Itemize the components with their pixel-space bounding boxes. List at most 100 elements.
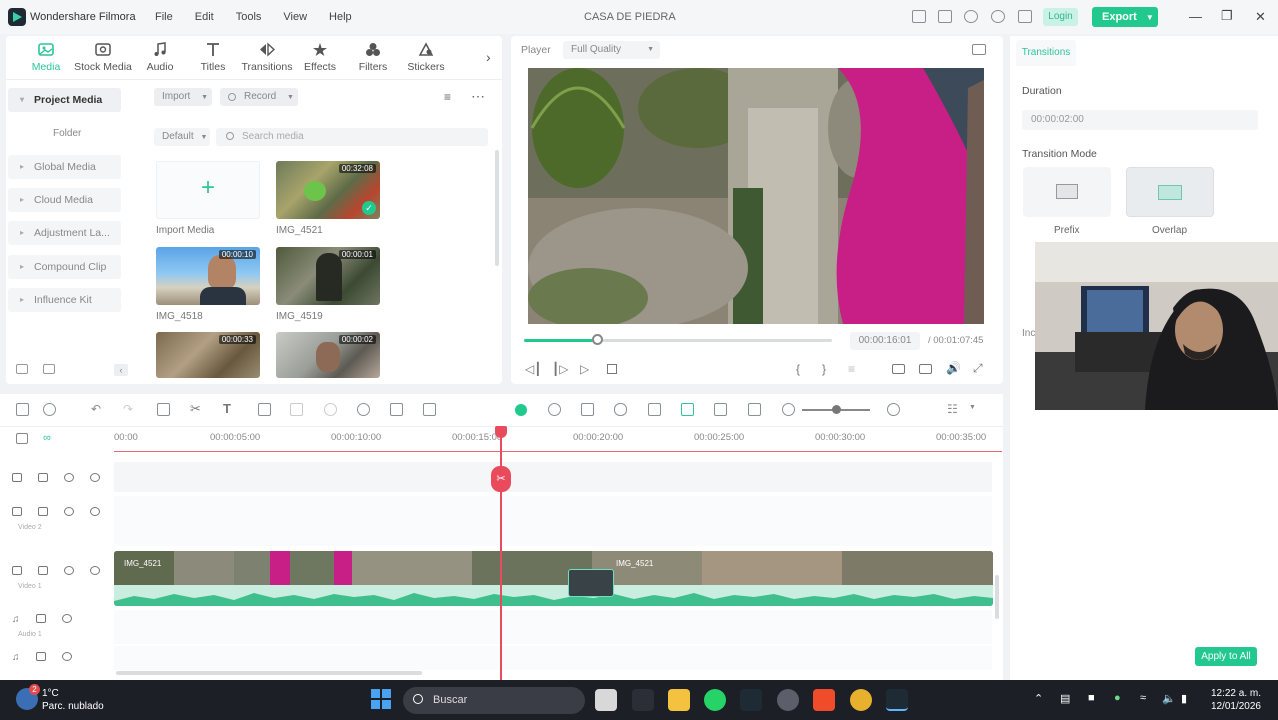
seek-handle[interactable] [591, 334, 603, 345]
layout-icon[interactable] [16, 403, 29, 416]
filmora-active-icon[interactable] [886, 689, 908, 711]
timeline-v-scrollbar[interactable] [995, 575, 999, 619]
microphone-icon[interactable]: ● [1114, 692, 1121, 704]
mode-prefix-option[interactable] [1023, 167, 1111, 217]
eye-icon[interactable] [90, 507, 100, 517]
app-icon[interactable] [777, 689, 799, 711]
tab-stickers[interactable]: Stickers [397, 42, 455, 73]
mark-in-icon[interactable]: { [796, 362, 800, 376]
volume-icon[interactable]: 🔊 [946, 361, 961, 375]
close-icon[interactable]: ✕ [1255, 9, 1266, 25]
collapse-sidebar-icon[interactable]: ‹ [114, 364, 128, 376]
stop-icon[interactable] [607, 364, 617, 374]
sidebar-item-influence-kit[interactable]: ▸ Influence Kit [8, 288, 121, 312]
insert-icon[interactable]: ≡ [848, 362, 855, 376]
redo-icon[interactable]: ↷ [123, 402, 133, 416]
delete-icon[interactable] [157, 403, 170, 416]
fullscreen-icon[interactable]: ⤢ [973, 361, 983, 376]
grid-view-icon[interactable]: ☷ [947, 402, 958, 416]
marker-icon[interactable] [581, 403, 594, 416]
restore-icon[interactable]: ❐ [1221, 8, 1233, 24]
whatsapp-icon[interactable] [704, 689, 726, 711]
mute-icon[interactable] [62, 614, 72, 624]
scissors-icon[interactable]: ✂ [491, 466, 511, 492]
minimize-icon[interactable]: — [1189, 9, 1202, 24]
new-folder-icon[interactable] [16, 364, 28, 374]
select-tool-icon[interactable] [43, 403, 56, 416]
media-thumb-img4518[interactable]: 00:00:10 [156, 247, 260, 305]
tab-titles[interactable]: Titles [184, 42, 242, 73]
mute-icon[interactable] [64, 566, 74, 576]
track-lane-audio-2[interactable] [114, 646, 992, 670]
taskbar-search[interactable]: Buscar [403, 687, 585, 714]
chevron-down-icon[interactable]: ▼ [969, 404, 976, 411]
zoom-out-icon[interactable] [782, 403, 795, 416]
current-time[interactable]: 00:00:16:01 [850, 332, 920, 350]
undo-icon[interactable]: ↶ [91, 402, 101, 416]
wifi-icon[interactable]: ≈ [1140, 692, 1146, 704]
file-explorer-icon[interactable] [668, 689, 690, 711]
tab-media[interactable]: Media [17, 42, 75, 73]
link-icon[interactable]: ∞ [43, 432, 51, 444]
display-icon[interactable] [892, 364, 905, 374]
windows-start-icon[interactable] [371, 689, 391, 709]
save-icon[interactable] [938, 10, 952, 23]
lock-icon[interactable] [36, 614, 46, 624]
menu-view[interactable]: View [283, 11, 307, 23]
subtitle-icon[interactable] [748, 403, 761, 416]
chevron-up-icon[interactable]: ⌃ [1034, 692, 1043, 705]
track-lane-audio-1[interactable] [114, 610, 992, 644]
render-preview-icon[interactable] [548, 403, 561, 416]
apply-to-all-button[interactable]: Apply to All [1195, 647, 1257, 666]
timeline-h-scrollbar[interactable] [116, 671, 422, 675]
lock-icon[interactable] [38, 473, 48, 483]
search-media-input[interactable]: Search media [216, 128, 488, 146]
folder-icon[interactable] [43, 364, 55, 374]
zoom-handle[interactable] [832, 405, 841, 414]
menu-help[interactable]: Help [329, 11, 352, 23]
tab-audio[interactable]: Audio [131, 42, 189, 73]
sidebar-item-cloud-media[interactable]: ▸ Cloud Media [8, 188, 121, 212]
pip-icon[interactable] [714, 403, 727, 416]
ai-tool-icon[interactable] [515, 404, 527, 416]
media-thumb-4[interactable]: 00:00:33 [156, 332, 260, 378]
playhead-handle[interactable] [495, 426, 507, 438]
lock-icon[interactable] [38, 507, 48, 517]
import-dropdown[interactable]: Import ▼ [154, 88, 212, 106]
record-dropdown[interactable]: Record ▼ [220, 88, 298, 106]
mode-overlap-option[interactable] [1126, 167, 1214, 217]
battery-icon[interactable]: ▮ [1181, 692, 1187, 705]
crop-icon[interactable] [258, 403, 271, 416]
chevron-right-icon[interactable]: › [486, 49, 491, 65]
video-clip[interactable]: IMG_4521 IMG_4521 [114, 551, 993, 606]
next-frame-icon[interactable]: ┃▷ [552, 362, 568, 376]
cloud-icon[interactable] [964, 10, 978, 23]
mute-icon[interactable] [64, 507, 74, 517]
prev-frame-icon[interactable]: ◁┃ [525, 362, 541, 376]
menu-edit[interactable]: Edit [195, 11, 214, 23]
camera-icon[interactable] [919, 364, 932, 374]
transform-icon[interactable] [290, 403, 303, 416]
chrome-icon[interactable] [850, 689, 872, 711]
lock-icon[interactable] [36, 652, 46, 662]
quality-dropdown[interactable]: Full Quality ▼ [563, 41, 660, 59]
mute-icon[interactable] [64, 473, 74, 483]
tab-effects[interactable]: Effects [291, 42, 349, 73]
track-lane-video-2[interactable] [114, 496, 992, 546]
brave-browser-icon[interactable] [813, 689, 835, 711]
video-preview[interactable] [528, 68, 984, 324]
menu-file[interactable]: File [155, 11, 173, 23]
duration-input[interactable]: 00:00:02:00 [1022, 110, 1258, 130]
tab-transitions-properties[interactable]: Transitions [1016, 40, 1076, 66]
sort-dropdown[interactable]: Default ▼ [154, 128, 210, 146]
sidebar-item-project-media[interactable]: ▾ Project Media [8, 88, 121, 112]
tab-stock-media[interactable]: Stock Media [74, 42, 132, 73]
track-lane-video-3[interactable] [114, 462, 992, 492]
eye-icon[interactable] [90, 566, 100, 576]
app-icon[interactable] [632, 689, 654, 711]
clock[interactable]: 12:22 a. m. 12/01/2026 [1207, 687, 1261, 713]
filmora-taskbar-icon[interactable] [740, 689, 762, 711]
menu-tools[interactable]: Tools [236, 11, 262, 23]
media-thumb-img4521[interactable]: 00:32:08 ✓ [276, 161, 380, 219]
media-thumb-img4519[interactable]: 00:00:01 [276, 247, 380, 305]
